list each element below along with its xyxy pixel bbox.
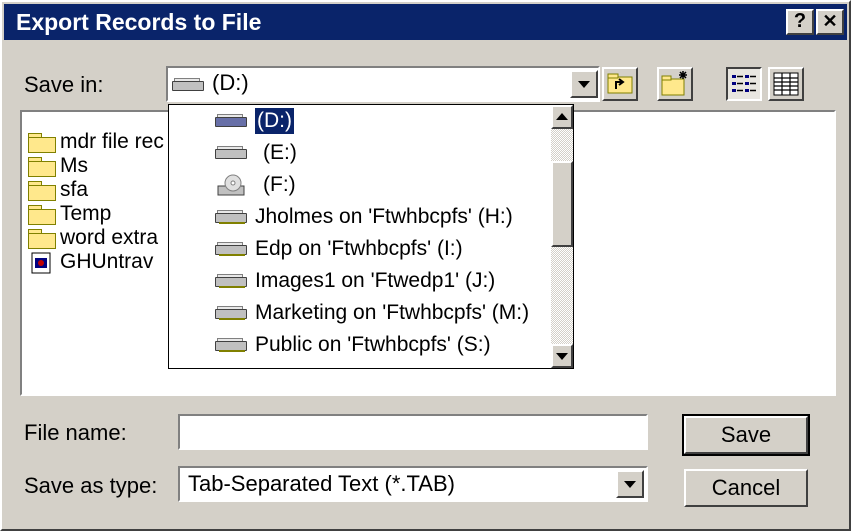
up-folder-icon [607,73,633,94]
close-button[interactable]: ✕ [816,9,844,35]
network-drive-icon [215,306,247,320]
save-in-value: (D:) [212,70,249,95]
dropdown-item-label: (D:) [254,107,295,135]
export-records-dialog: Export Records to File ? ✕ Save in: (D:) [0,0,851,531]
local-drive-icon [215,146,247,160]
help-button[interactable]: ? [786,9,814,35]
folder-icon [28,229,56,249]
dropdown-scrollbar[interactable] [551,105,573,368]
create-new-folder-button[interactable] [657,67,693,101]
list-item-label: Ms [60,154,88,177]
details-view-icon [773,72,799,96]
dropdown-item[interactable]: Images1 on 'Ftwedp1' (J:) [169,265,551,297]
scroll-up-button[interactable] [551,105,573,129]
chevron-down-icon [556,353,568,360]
list-item-label: GHUntrav [60,250,154,273]
dropdown-item[interactable]: Edp on 'Ftwhbcpfs' (I:) [169,233,551,265]
network-drive-icon [215,210,247,224]
dropdown-item[interactable]: (D:) [169,105,551,137]
dropdown-item-label: Marketing on 'Ftwhbcpfs' (M:) [255,301,530,324]
details-view-button[interactable] [768,67,804,101]
dropdown-item-label: (F:) [263,173,296,196]
list-item-label: mdr file rec [60,130,164,153]
local-drive-icon [172,78,204,92]
dropdown-item-label: (E:) [263,141,297,164]
cd-drive-icon [217,174,245,196]
dialog-title: Export Records to File [16,9,262,35]
dropdown-item[interactable]: (F:) [169,169,551,201]
folder-icon [28,205,56,225]
chevron-down-icon [578,81,590,88]
new-folder-icon [661,71,687,96]
dropdown-item-label: Jholmes on 'Ftwhbcpfs' (H:) [255,205,513,228]
title-bar[interactable]: Export Records to File ? ✕ [4,4,847,40]
list-item-label: sfa [60,178,89,201]
network-drive-icon [215,274,247,288]
scroll-down-button[interactable] [551,344,573,368]
save-in-label: Save in: [24,72,104,97]
save-in-dropdown-button[interactable] [570,70,598,98]
network-drive-icon [215,338,247,352]
dropdown-item[interactable]: Public on 'Ftwhbcpfs' (S:) [169,329,551,361]
network-drive-icon [215,242,247,256]
save-as-type-dropdown-button[interactable] [616,470,644,498]
local-drive-icon [215,114,247,128]
save-in-combo[interactable]: (D:) [166,66,600,102]
folder-icon [28,133,56,153]
folder-icon [28,181,56,201]
dropdown-item[interactable]: Marketing on 'Ftwhbcpfs' (M:) [169,297,551,329]
save-button-label: Save [720,422,772,447]
list-view-icon [732,75,756,92]
chevron-down-icon [624,481,636,488]
list-view-button[interactable] [726,67,762,101]
save-as-type-combo[interactable]: Tab-Separated Text (*.TAB) [178,466,648,502]
file-name-label: File name: [24,420,127,445]
scrollbar-thumb[interactable] [551,161,573,247]
cancel-button[interactable]: Cancel [684,469,808,507]
folder-icon [28,157,56,177]
save-button[interactable]: Save [682,414,810,456]
dropdown-item[interactable]: (E:) [169,137,551,169]
dropdown-item[interactable]: Jholmes on 'Ftwhbcpfs' (H:) [169,201,551,233]
dropdown-item-label: Images1 on 'Ftwedp1' (J:) [255,269,496,292]
dropdown-item-label: Edp on 'Ftwhbcpfs' (I:) [255,237,463,260]
document-icon [31,252,51,274]
dropdown-item-label: Public on 'Ftwhbcpfs' (S:) [255,333,491,356]
save-as-type-label: Save as type: [24,473,158,498]
file-name-field[interactable] [178,414,648,450]
up-one-level-button[interactable] [602,67,638,101]
list-item-label: word extra [60,226,159,249]
list-item-label: Temp [60,202,112,225]
save-as-type-value: Tab-Separated Text (*.TAB) [188,471,455,496]
chevron-up-icon [556,113,568,120]
save-in-dropdown-list[interactable]: (D:) (E:) (F:) Jholmes on 'Ftwhbcpfs' (H… [168,104,574,369]
